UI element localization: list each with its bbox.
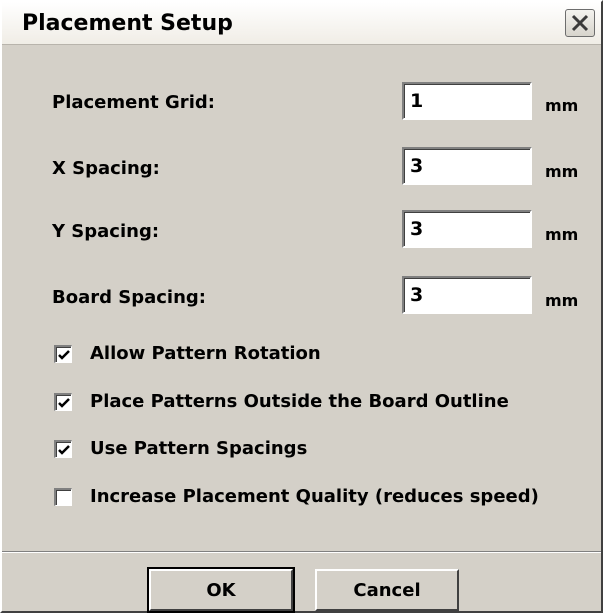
place-outside-board-checkbox[interactable] — [54, 393, 72, 411]
y-spacing-input[interactable] — [402, 210, 532, 248]
board-spacing-label: Board Spacing: — [52, 287, 206, 308]
allow-pattern-rotation-label: Allow Pattern Rotation — [90, 343, 321, 364]
use-pattern-spacings-label: Use Pattern Spacings — [90, 438, 308, 459]
y-spacing-label: Y Spacing: — [52, 221, 160, 242]
placement-grid-unit: mm — [545, 96, 579, 115]
x-spacing-unit: mm — [545, 162, 579, 181]
button-separator — [2, 551, 601, 553]
y-spacing-unit: mm — [545, 225, 579, 244]
cancel-button[interactable]: Cancel — [315, 569, 459, 611]
board-spacing-unit: mm — [545, 291, 579, 310]
checkmark-icon — [58, 445, 70, 455]
placement-grid-input[interactable] — [402, 82, 532, 120]
placement-grid-label: Placement Grid: — [52, 92, 215, 113]
increase-placement-quality-label: Increase Placement Quality (reduces spee… — [90, 486, 539, 507]
title-bar[interactable]: Placement Setup — [2, 2, 601, 45]
use-pattern-spacings-checkbox[interactable] — [54, 440, 72, 458]
place-outside-board-label: Place Patterns Outside the Board Outline — [90, 391, 509, 412]
allow-pattern-rotation-checkbox[interactable] — [54, 345, 72, 363]
placement-setup-dialog: Placement Setup Placement Grid: mm X Spa… — [0, 0, 603, 613]
dialog-title: Placement Setup — [22, 11, 233, 36]
board-spacing-input[interactable] — [402, 276, 532, 314]
ok-button[interactable]: OK — [147, 567, 295, 613]
close-button[interactable] — [565, 9, 595, 37]
x-spacing-input[interactable] — [402, 147, 532, 185]
increase-placement-quality-checkbox[interactable] — [54, 488, 72, 506]
checkmark-icon — [58, 350, 70, 360]
checkmark-icon — [58, 398, 70, 408]
x-spacing-label: X Spacing: — [52, 158, 160, 179]
close-icon — [571, 14, 589, 32]
